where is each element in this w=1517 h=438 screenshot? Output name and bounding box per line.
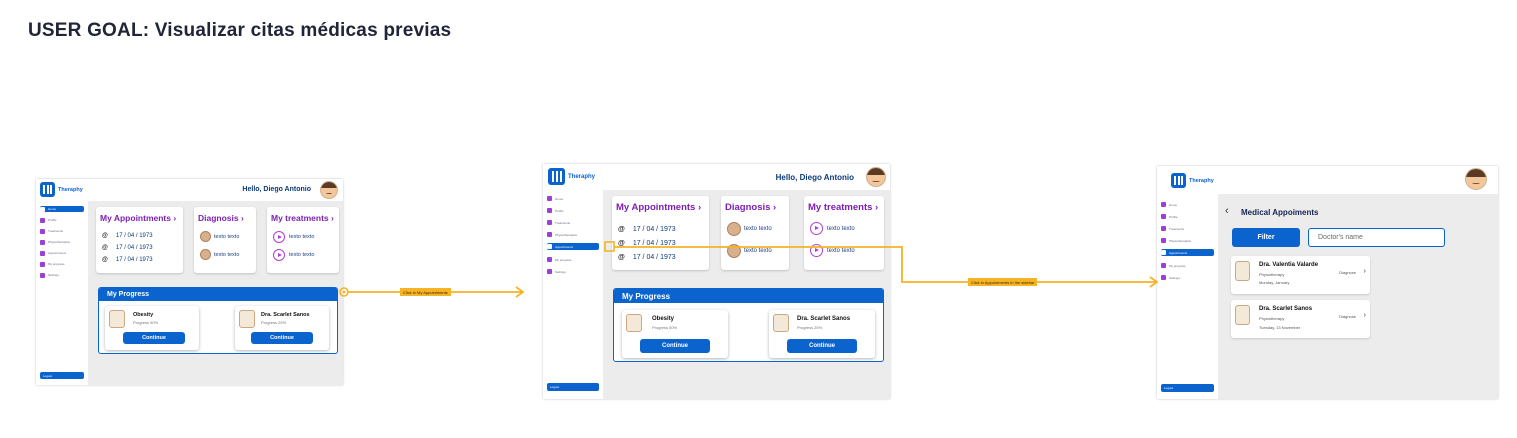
journey-map: USER GOAL: Visualizar citas médicas prev… — [0, 0, 1517, 438]
transition-label: Click in My Appointments — [400, 288, 451, 296]
flow-origin-marker — [604, 241, 615, 252]
flow-arrow-2 — [614, 246, 1156, 283]
flow-connectors — [339, 241, 1159, 298]
transition-label: Click in Appointments in the sidebar — [968, 278, 1038, 286]
